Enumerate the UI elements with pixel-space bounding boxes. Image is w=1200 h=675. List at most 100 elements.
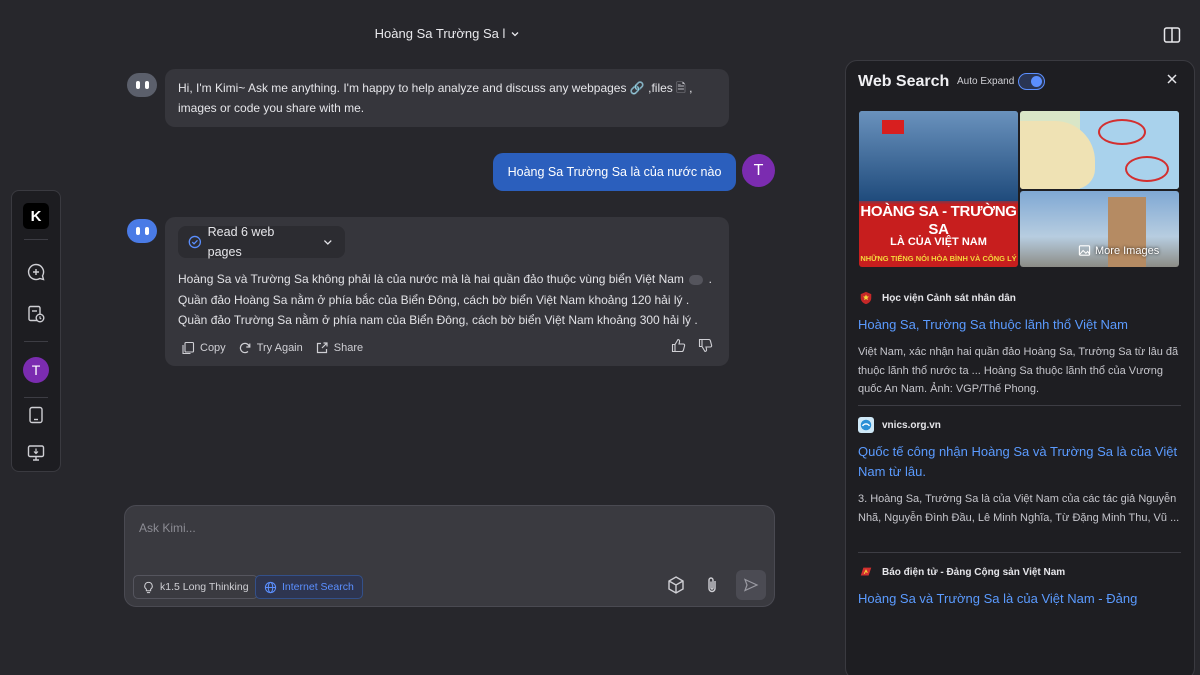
- read-web-pages-label: Read 6 web pages: [207, 225, 275, 259]
- user-message: Hoàng Sa Trường Sa là của nước nào: [493, 153, 736, 191]
- sidebar-panel-icon: [1163, 27, 1181, 43]
- mobile-app-icon: [29, 406, 43, 424]
- paperclip-icon: [708, 577, 716, 593]
- party-newspaper-icon: [858, 564, 874, 580]
- result-snippet: Việt Nam, xác nhận hai quần đảo Hoàng Sa…: [858, 346, 1179, 395]
- image-results: HOÀNG SA - TRƯỜNG SA LÀ CỦA VIỆT NAM NHỮ…: [859, 111, 1179, 267]
- answer-line: Quần đảo Hoàng Sa nằm ở phía bắc của Biể…: [178, 292, 690, 307]
- greeting-text-line2: images or code you share with me.: [178, 101, 365, 115]
- auto-expand-toggle[interactable]: [1018, 73, 1045, 90]
- link-icon: 🔗: [629, 81, 645, 95]
- result-source-name: vnics.org.vn: [882, 419, 941, 431]
- chat-input[interactable]: [139, 518, 739, 538]
- chevron-down-icon: [511, 31, 519, 36]
- feedback-buttons: [671, 338, 713, 359]
- panel-title: Web Search: [858, 73, 950, 90]
- answer-line: Quần đảo Trường Sa nằm ở phía nam của Bi…: [178, 313, 698, 327]
- desktop-app-button[interactable]: [12, 439, 60, 467]
- toolbar-divider: [24, 239, 48, 240]
- web-search-panel: Web Search Auto Expand HOÀNG SA - TRƯỜNG…: [845, 60, 1195, 675]
- search-result: Báo điện tử - Đảng Cộng sản Việt Nam Hoà…: [858, 564, 1180, 609]
- check-circle-icon: [188, 235, 202, 249]
- toggle-side-panel-button[interactable]: [1163, 26, 1181, 44]
- kimi-logo-button[interactable]: K: [12, 202, 60, 230]
- new-chat-button[interactable]: [12, 258, 60, 286]
- toolbar-divider: [24, 397, 48, 398]
- thumbs-down-icon: [698, 338, 713, 353]
- map-circle: [1098, 119, 1146, 145]
- map-image-result[interactable]: [1020, 111, 1179, 189]
- try-again-button[interactable]: Try Again: [238, 338, 303, 358]
- mobile-app-button[interactable]: [12, 401, 60, 429]
- close-panel-button[interactable]: [1164, 71, 1180, 87]
- result-title-link[interactable]: Hoàng Sa, Trường Sa thuộc lãnh thổ Việt …: [858, 315, 1180, 335]
- lightbulb-icon: [144, 581, 153, 593]
- share-label: Share: [333, 342, 364, 354]
- attach-file-button[interactable]: [701, 574, 723, 596]
- result-divider: [858, 405, 1181, 406]
- history-button[interactable]: [12, 300, 60, 328]
- thumbs-up-icon: [671, 338, 686, 353]
- answer-line-end: .: [708, 272, 712, 286]
- refresh-icon: [239, 342, 251, 354]
- chevron-down-icon: [324, 240, 333, 245]
- long-thinking-label: k1.5 Long Thinking: [160, 581, 249, 593]
- answer-actions: Copy Try Again Share: [181, 338, 363, 358]
- internet-search-label: Internet Search: [282, 581, 354, 593]
- left-toolbar: K T: [11, 190, 61, 472]
- answer-message: Read 6 web pages Hoàng Sa và Trường Sa k…: [165, 217, 729, 366]
- copy-button[interactable]: Copy: [181, 338, 226, 358]
- result-source-name: Học viện Cảnh sát nhân dân: [882, 292, 1016, 304]
- result-source: Báo điện tử - Đảng Cộng sản Việt Nam: [858, 564, 1180, 580]
- new-chat-icon: [27, 263, 45, 281]
- file-icon: 🗎: [676, 81, 686, 95]
- try-again-label: Try Again: [256, 342, 303, 354]
- more-images-label: More Images: [1095, 244, 1160, 257]
- image-result[interactable]: HOÀNG SA - TRƯỜNG SA LÀ CỦA VIỆT NAM NHỮ…: [859, 111, 1018, 267]
- result-source-name: Báo điện tử - Đảng Cộng sản Việt Nam: [882, 566, 1066, 578]
- kimi-avatar: [127, 73, 157, 97]
- long-thinking-toggle[interactable]: k1.5 Long Thinking: [133, 575, 258, 599]
- result-source: vnics.org.vn: [858, 417, 1180, 433]
- police-academy-icon: [858, 290, 874, 306]
- greeting-files-text: ,files: [648, 81, 673, 95]
- flag-graphic: [882, 120, 904, 134]
- internet-search-toggle[interactable]: Internet Search: [255, 575, 363, 599]
- cube-icon: [668, 576, 684, 594]
- result-title-link[interactable]: Quốc tế công nhận Hoàng Sa và Trường Sa …: [858, 442, 1180, 482]
- copy-icon: [182, 341, 195, 355]
- result-title-link[interactable]: Hoàng Sa và Trường Sa là của Việt Nam - …: [858, 589, 1180, 609]
- user-avatar: T: [742, 154, 775, 187]
- thumbs-up-button[interactable]: [671, 338, 686, 359]
- thumbs-down-button[interactable]: [698, 338, 713, 359]
- image-icon: [1078, 245, 1091, 256]
- citation-icon[interactable]: [689, 274, 704, 285]
- send-button[interactable]: [736, 570, 766, 600]
- avatar: T: [23, 357, 49, 383]
- globe-icon: [264, 581, 277, 593]
- share-icon: [316, 342, 328, 354]
- kimi-logo: K: [23, 203, 49, 229]
- more-images-button[interactable]: More Images: [1078, 244, 1159, 257]
- search-result: Học viện Cảnh sát nhân dân Hoàng Sa, Trư…: [858, 290, 1180, 399]
- map-circle: [1125, 156, 1169, 182]
- auto-expand-label: Auto Expand: [957, 76, 1015, 87]
- read-web-pages-toggle[interactable]: Read 6 web pages: [178, 225, 345, 259]
- image-caption-subtitle: LÀ CỦA VIỆT NAM: [890, 236, 987, 248]
- tools-button[interactable]: [665, 574, 687, 596]
- greeting-message: Hi, I'm Kimi~ Ask me anything. I'm happy…: [165, 69, 729, 127]
- vnics-icon: [858, 417, 874, 433]
- image-result[interactable]: More Images: [1020, 191, 1179, 267]
- image-caption-band: NHỮNG TIẾNG NÓI HÒA BÌNH VÀ CÔNG LÝ: [860, 254, 1017, 263]
- image-caption-title: HOÀNG SA - TRƯỜNG SA: [860, 203, 1017, 238]
- answer-text: Hoàng Sa và Trường Sa không phải là của …: [178, 269, 723, 331]
- search-result: vnics.org.vn Quốc tế công nhận Hoàng Sa …: [858, 417, 1180, 527]
- conversation-title[interactable]: Hoàng Sa Trường Sa l: [0, 26, 895, 41]
- user-avatar-button[interactable]: T: [12, 356, 60, 384]
- greeting-text: Hi, I'm Kimi~ Ask me anything. I'm happy…: [178, 81, 627, 95]
- history-icon: [28, 305, 45, 323]
- send-icon: [743, 578, 759, 592]
- kimi-avatar: [127, 219, 157, 243]
- share-button[interactable]: Share: [315, 338, 363, 358]
- result-snippet: 3. Hoàng Sa, Trường Sa là của Việt Nam c…: [858, 493, 1180, 524]
